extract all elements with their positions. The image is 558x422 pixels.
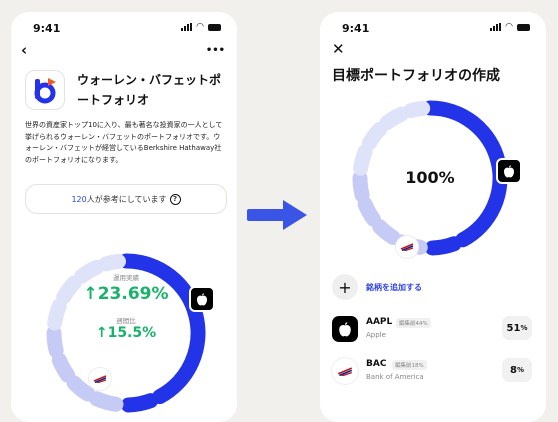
stock-weight-unit: % (520, 324, 528, 332)
left-phone-screen: 9:41 ◠ ‹ ••• ウォーレン・バフェットポートフォリオ 世界の資産家トッ… (11, 12, 237, 422)
add-icon[interactable]: + (332, 274, 358, 300)
bank-of-america-logo-icon[interactable] (396, 236, 418, 258)
stock-row-aapl[interactable]: AAPL 編集前44% Apple 51% (332, 316, 532, 344)
back-icon[interactable]: ‹ (21, 41, 27, 59)
stock-weight-input[interactable]: 8% (502, 358, 532, 382)
arrow-right-icon (247, 200, 307, 230)
apple-logo-icon[interactable] (496, 158, 522, 184)
status-time-right: 9:41 (342, 22, 370, 35)
weekly-value: ↑15.5% (95, 325, 157, 341)
performance-value-text: 23.69% (97, 284, 169, 304)
more-icon[interactable]: ••• (206, 45, 225, 56)
apple-logo-icon (332, 316, 358, 342)
allocation-percent: 100% (405, 168, 455, 187)
portfolio-description: 世界の資産家トップ10に入り、最も著名な投資家の一人として挙げられるウォーレン・… (25, 121, 223, 164)
ring-segment (372, 219, 401, 245)
weekly-value-text: 15.5% (107, 325, 157, 341)
status-icons-right: ◠ (490, 22, 530, 32)
reference-count-box[interactable]: 120 人が参考にしています ? (25, 184, 227, 214)
stock-name: Apple (366, 331, 386, 339)
signal-icon (490, 23, 502, 31)
ring-segment (51, 352, 76, 383)
weekly-label: 週間比 (116, 317, 136, 325)
stock-weight-input[interactable]: 51% (502, 316, 532, 340)
add-stock-label[interactable]: 銘柄を追加する (366, 282, 422, 293)
add-stock-row[interactable]: + 銘柄を追加する (332, 274, 422, 300)
ring-segment (89, 391, 124, 412)
performance-value: ↑23.69% (83, 284, 169, 304)
stock-weight-value: 51 (506, 322, 521, 334)
ring-segment (46, 325, 64, 358)
ring-segment (66, 375, 96, 402)
arrow-head (283, 200, 307, 230)
right-phone-screen: 9:41 ◠ ✕ 目標ポートフォリオの作成 100% + 銘柄を追加する AAP… (320, 12, 546, 422)
ring-segment (47, 298, 67, 331)
stock-weight-unit: % (516, 366, 524, 374)
performance-label: 運用実績 (113, 274, 139, 282)
stock-weight-value: 8 (510, 364, 517, 376)
ring-segment (98, 253, 126, 272)
stock-row-bac[interactable]: BAC 編集前18% Bank of America 8% (332, 358, 532, 386)
stock-name: Bank of America (366, 373, 424, 381)
stock-ticker: AAPL (366, 317, 393, 327)
arrow-shaft (247, 209, 287, 221)
status-icons: ◠ (181, 22, 221, 32)
close-icon[interactable]: ✕ (332, 40, 345, 58)
ring-segment (403, 100, 431, 119)
stock-ticker: BAC (366, 359, 387, 369)
ring-segment (353, 144, 373, 176)
stock-before-tag: 編集前18% (392, 360, 427, 370)
ring-segment (424, 236, 462, 256)
signal-icon (181, 23, 193, 31)
battery-icon (517, 23, 530, 31)
create-portfolio-title: 目標ポートフォリオの作成 (332, 68, 500, 84)
ring-segment (121, 393, 159, 413)
ring-segment (379, 106, 410, 131)
portfolio-title: ウォーレン・バフェットポートフォリオ (77, 73, 222, 107)
battery-icon (208, 23, 221, 31)
wifi-icon: ◠ (505, 22, 513, 32)
status-time: 9:41 (33, 22, 61, 35)
ring-segment (357, 196, 381, 227)
app-logo (25, 70, 65, 110)
reference-count: 120 (71, 194, 87, 204)
stock-before-tag: 編集前44% (396, 318, 431, 328)
ring-segment (361, 121, 388, 151)
help-icon[interactable]: ? (169, 193, 181, 205)
apple-logo-icon[interactable] (189, 286, 215, 312)
ring-segment (352, 170, 370, 203)
bank-of-america-logo-icon (332, 358, 358, 384)
bank-of-america-logo-icon[interactable] (89, 368, 111, 390)
wifi-icon: ◠ (196, 22, 204, 32)
reference-text: 人が参考にしています (86, 194, 167, 204)
